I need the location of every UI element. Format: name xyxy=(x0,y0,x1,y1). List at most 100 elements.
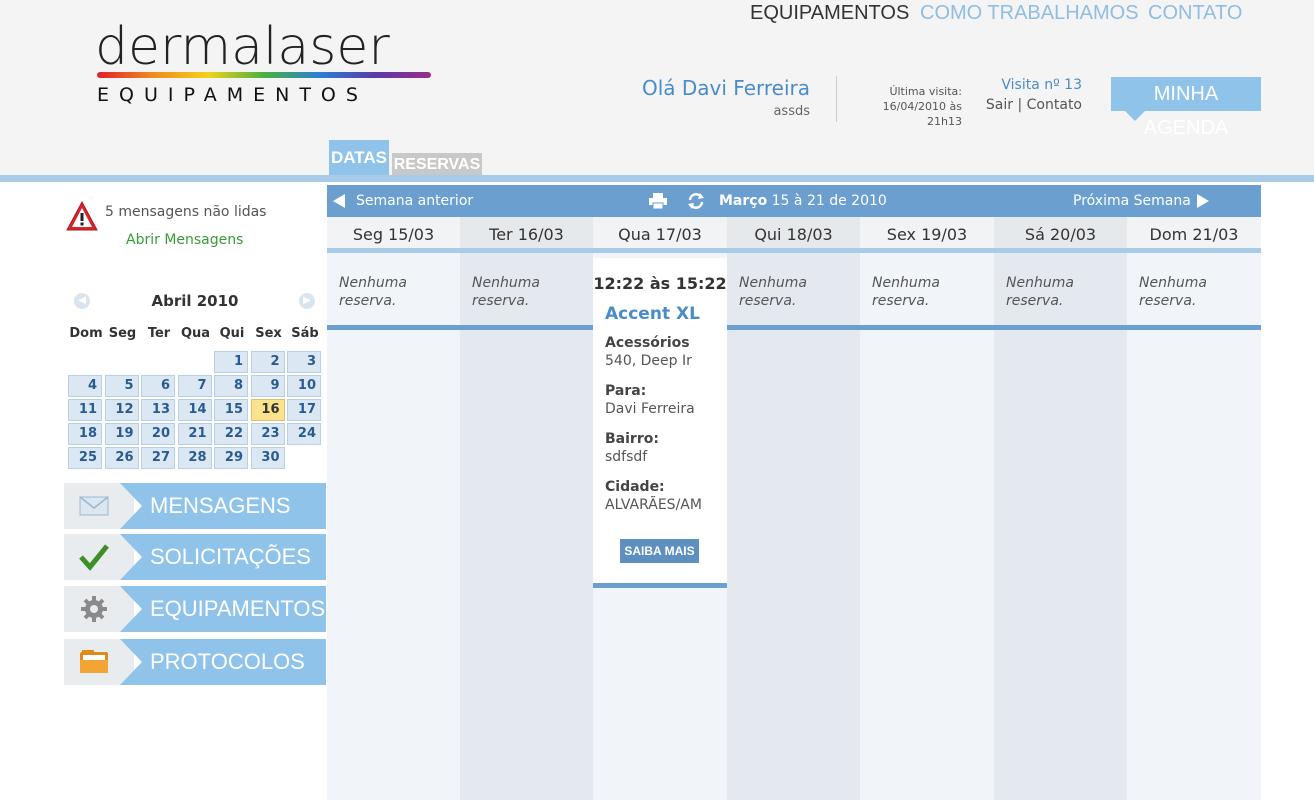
day-header: Qua 17/03 xyxy=(593,217,727,253)
prev-week-link[interactable]: Semana anterior xyxy=(356,185,473,217)
logo-subtitle: EQUIPAMENTOS xyxy=(97,84,368,106)
tab-datas[interactable]: DATAS xyxy=(329,140,389,176)
para-value: Davi Ferreira xyxy=(605,401,695,417)
no-reservation-text: Nenhuma reserva. xyxy=(1006,275,1074,309)
day-reservations: Nenhuma reserva. xyxy=(994,258,1127,330)
no-reservation-text: Nenhuma reserva. xyxy=(339,275,407,309)
calendar-day[interactable]: 12 xyxy=(104,399,139,421)
day-reservations: Nenhuma reserva. xyxy=(1127,258,1261,330)
calendar-day[interactable]: 28 xyxy=(177,447,212,469)
reservation-title[interactable]: Accent XL xyxy=(605,304,700,324)
logo-word: dermalaser xyxy=(95,17,390,77)
day-reservations: Nenhuma reserva. xyxy=(460,258,593,330)
nav-como-trabalhamos[interactable]: COMO TRABALHAMOS xyxy=(920,2,1139,25)
side-menu-solicitacoes-button[interactable]: SOLICITAÇÕES xyxy=(64,534,326,580)
calendar-day[interactable]: 19 xyxy=(104,423,139,445)
user-greeting: Olá Davi Ferreira xyxy=(641,76,810,100)
prev-week-arrow-icon[interactable] xyxy=(333,194,345,208)
refresh-icon[interactable] xyxy=(687,192,705,210)
week-month: Março xyxy=(719,193,768,209)
calendar-day[interactable]: 9 xyxy=(250,375,285,397)
calendar-day-today[interactable]: 16 xyxy=(250,399,285,421)
calendar-day[interactable]: 5 xyxy=(104,375,139,397)
day-column: Sex 19/03 Nenhuma reserva. xyxy=(860,217,994,800)
calendar-day[interactable]: 11 xyxy=(68,399,102,421)
user-subtitle: assds xyxy=(773,104,810,119)
logout-link[interactable]: Sair xyxy=(986,97,1013,113)
calendar-day[interactable]: 4 xyxy=(68,375,102,397)
calendar-dow: Qui xyxy=(219,326,245,341)
calendar-day[interactable]: 7 xyxy=(177,375,212,397)
header-divider xyxy=(0,175,1314,182)
mini-calendar: ◀ Abril 2010 ▶ Dom Seg Ter Qua Qui Sex Sáb 123… xyxy=(66,285,324,473)
calendar-day[interactable]: 24 xyxy=(287,423,321,445)
calendar-day[interactable]: 23 xyxy=(250,423,285,445)
calendar-day[interactable]: 26 xyxy=(104,447,139,469)
day-reservations: Nenhuma reserva. xyxy=(860,258,994,330)
day-header: Qui 18/03 xyxy=(727,217,860,253)
calendar-day[interactable]: 29 xyxy=(214,447,248,469)
day-column: Ter 16/03 Nenhuma reserva. xyxy=(460,217,593,800)
logo[interactable]: dermalaser EQUIPAMENTOS xyxy=(95,18,435,108)
no-reservation-text: Nenhuma reserva. xyxy=(739,275,807,309)
calendar-day[interactable]: 1 xyxy=(214,351,248,373)
no-reservation-text: Nenhuma reserva. xyxy=(472,275,540,309)
user-links: Sair | Contato xyxy=(980,97,1082,113)
no-reservation-text: Nenhuma reserva. xyxy=(872,275,940,309)
calendar-day[interactable]: 22 xyxy=(214,423,248,445)
calendar-day[interactable]: 21 xyxy=(177,423,212,445)
day-header: Sex 19/03 xyxy=(860,217,994,253)
tab-reservas[interactable]: RESERVAS xyxy=(392,153,482,176)
day-column: Seg 15/03 Nenhuma reserva. xyxy=(327,217,460,800)
week-days: Seg 15/03 Nenhuma reserva. Ter 16/03 Nenhum… xyxy=(327,217,1261,800)
bairro-value: sdfsdf xyxy=(605,449,648,465)
side-menu-label: SOLICITAÇÕES xyxy=(150,544,311,569)
calendar-day[interactable]: 25 xyxy=(68,447,102,469)
contact-link[interactable]: Contato xyxy=(1027,97,1082,113)
week-nav-bar: Semana anterior Março 15 à 21 de 2010 Pr… xyxy=(327,185,1261,217)
saiba-mais-button[interactable]: SAIBA MAIS xyxy=(620,539,699,563)
calendar-day[interactable]: 14 xyxy=(177,399,212,421)
printer-icon[interactable] xyxy=(649,193,667,209)
next-week-arrow-icon[interactable] xyxy=(1197,194,1209,208)
calendar-day[interactable]: 20 xyxy=(141,423,175,445)
side-menu-mensagens-button[interactable]: MENSAGENS xyxy=(64,483,326,529)
para-label: Para: xyxy=(605,383,647,399)
calendar-dow: Sex xyxy=(255,326,282,341)
header: dermalaser EQUIPAMENTOS EQUIPAMENTOS COM… xyxy=(0,0,1314,176)
day-column: Dom 21/03 Nenhuma reserva. xyxy=(1127,217,1261,800)
folder-icon xyxy=(80,650,108,673)
checkmark-icon xyxy=(79,544,109,571)
nav-contato[interactable]: CONTATO xyxy=(1148,2,1242,25)
calendar-day[interactable]: 2 xyxy=(250,351,285,373)
visit-count: Visita nº 13 xyxy=(1001,77,1082,93)
calendar-day[interactable]: 10 xyxy=(287,375,321,397)
my-agenda-button[interactable]: MINHA AGENDA xyxy=(1111,77,1261,139)
gear-icon xyxy=(81,596,107,622)
calendar-day[interactable]: 6 xyxy=(141,375,175,397)
calendar-day[interactable]: 17 xyxy=(287,399,321,421)
calendar-day[interactable]: 13 xyxy=(141,399,175,421)
side-menu-protocolos-button[interactable]: PROTOCOLOS xyxy=(64,639,326,685)
side-menu-equipamentos-button[interactable]: EQUIPAMENTOS xyxy=(64,586,326,632)
acessorios-value: 540, Deep Ir xyxy=(605,353,692,369)
calendar-day[interactable]: 15 xyxy=(214,399,248,421)
calendar-day[interactable]: 18 xyxy=(68,423,102,445)
calendar-next-icon[interactable]: ▶ xyxy=(299,293,315,309)
calendar-dow: Ter xyxy=(147,326,171,341)
calendar-day[interactable]: 8 xyxy=(214,375,248,397)
calendar-title: Abril 2010 xyxy=(151,292,239,310)
day-header: Ter 16/03 xyxy=(460,217,593,253)
next-week-link[interactable]: Próxima Semana xyxy=(1073,185,1191,217)
reservation-card[interactable]: 12:22 às 15:22 Accent XL Acessórios 540, De… xyxy=(593,258,727,588)
logo-rainbow-stripe xyxy=(97,72,431,78)
calendar-day[interactable]: 3 xyxy=(287,351,321,373)
calendar-day[interactable]: 27 xyxy=(141,447,175,469)
calendar-dow: Seg xyxy=(108,326,137,341)
cidade-label: Cidade: xyxy=(605,479,665,495)
nav-equipamentos[interactable]: EQUIPAMENTOS xyxy=(750,2,909,25)
open-messages-link[interactable]: Abrir Mensagens xyxy=(126,232,243,248)
day-column: Qua 17/03 12:22 às 15:22 Accent XL Acessóri… xyxy=(593,217,727,800)
calendar-day[interactable]: 30 xyxy=(250,447,285,469)
no-reservation-text: Nenhuma reserva. xyxy=(1139,275,1207,309)
